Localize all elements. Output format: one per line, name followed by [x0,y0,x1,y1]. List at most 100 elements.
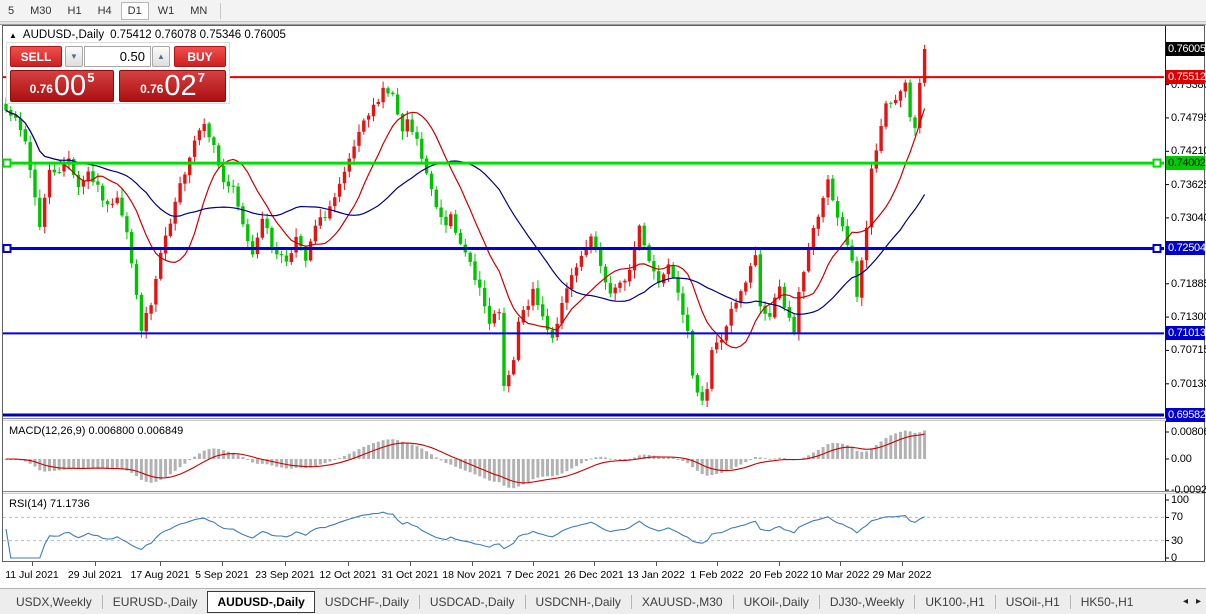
chart-tab-eurusd-daily[interactable]: EURUSD-,Daily [103,592,208,612]
hline-handle[interactable] [1152,244,1162,253]
volume-input[interactable] [84,46,151,67]
timeframe-button-W1[interactable]: W1 [151,3,182,19]
macd-axis-tick: 0.00 [1171,453,1192,465]
tab-scroll-right-icon[interactable]: ▸ [1196,596,1201,607]
date-label: 13 Jan 2022 [627,569,685,581]
sell-price-sup: 5 [87,70,95,85]
pane-separator-rsi[interactable] [3,491,1204,494]
chart-tabbar: USDX,Weekly EURUSD-,Daily AUDUSD-,Daily USD… [0,588,1206,614]
sell-button[interactable]: SELL [10,46,62,67]
hline-price-badge: 0.72504 [1166,241,1206,255]
date-tick [222,562,223,566]
buy-button[interactable]: BUY [174,46,226,67]
date-tick [348,562,349,566]
date-label: 17 Aug 2021 [130,569,190,581]
date-tick [840,562,841,566]
chart-tab-usdx-weekly[interactable]: USDX,Weekly [6,592,102,612]
chart-header: ▲ AUDUSD-,Daily 0.75412 0.76078 0.75346 … [9,29,286,41]
date-label: 29 Mar 2022 [872,569,932,581]
macd-axis-tick: 0.008061 [1171,426,1206,438]
timeframe-button-H4[interactable]: H4 [91,3,119,19]
rsi-axis-tick: 0 [1171,552,1177,564]
rsi-pane[interactable] [0,494,1206,561]
date-label: 29 Jul 2021 [67,569,123,581]
date-tick [285,562,286,566]
date-tick [902,562,903,566]
price-tick: 0.73040 [1171,212,1206,224]
tab-scroll-arrows: ◂ ▸ [1183,596,1201,607]
one-click-trade-widget: SELL ▼ ▲ BUY 0.76 00 5 0.76 02 7 [6,42,230,104]
chart-tab-audusd-daily[interactable]: AUDUSD-,Daily [207,590,315,613]
date-label: 5 Sep 2021 [195,569,249,581]
timeframe-button-M30[interactable]: M30 [23,3,58,19]
toolbar-divider [0,22,1206,25]
date-label: 11 Jul 2021 [5,569,59,581]
timeframe-button-5[interactable]: 5 [1,3,21,19]
buy-price-prefix: 0.76 [140,82,164,96]
date-label: 23 Sep 2021 [255,569,315,581]
rsi-label: RSI(14) 71.1736 [9,498,90,510]
chart-tab-dj30-weekly[interactable]: DJ30-,Weekly [820,592,914,612]
date-tick [32,562,33,566]
date-tick [95,562,96,566]
hline-price-badge: 0.71013 [1166,326,1206,340]
chart-tab-ukoil-daily[interactable]: UKOil-,Daily [734,592,819,612]
price-tick: 0.71300 [1171,311,1206,323]
sell-price-prefix: 0.76 [29,82,53,96]
hline-handle[interactable] [2,158,12,168]
rsi-axis-tick: 70 [1171,511,1183,523]
hline-price-badge: 0.75512 [1166,70,1206,84]
chart-tab-usoil-h1[interactable]: USOil-,H1 [996,592,1070,612]
volume-increase-button[interactable]: ▲ [152,46,170,67]
hline-price-badge: 0.74002 [1166,156,1206,170]
hline-handle[interactable] [2,244,12,253]
date-tick [656,562,657,566]
sell-price-tile[interactable]: 0.76 00 5 [10,70,114,102]
tab-scroll-left-icon[interactable]: ◂ [1183,596,1188,607]
tabs-holder: USDX,Weekly EURUSD-,Daily AUDUSD-,Daily USD… [6,590,1144,613]
hline-price-badge: 0.69582 [1166,408,1206,422]
macd-label: MACD(12,26,9) 0.006800 0.006849 [9,425,184,437]
date-label: 31 Oct 2021 [381,569,439,581]
timeframe-button-D1[interactable]: D1 [120,1,149,20]
price-tick: 0.73625 [1171,179,1206,191]
chart-tab-hk50-h1[interactable]: HK50-,H1 [1071,592,1144,612]
toolbar-separator [220,2,222,19]
date-label: 18 Nov 2021 [442,569,502,581]
rsi-axis-tick: 30 [1171,535,1183,547]
pane-separator-macd[interactable] [3,418,1204,421]
date-tick [594,562,595,566]
date-axis[interactable]: 11 Jul 2021 29 Jul 2021 17 Aug 2021 5 Sep 2… [0,562,1206,587]
date-label: 26 Dec 2021 [564,569,624,581]
chart-tab-uk100-h1[interactable]: UK100-,H1 [915,592,994,612]
date-tick [160,562,161,566]
date-tick [472,562,473,566]
rsi-axis-tick: 100 [1171,494,1189,506]
date-label: 10 Mar 2022 [810,569,870,581]
date-label: 1 Feb 2022 [690,569,744,581]
buy-price-big: 02 [164,70,197,102]
date-tick [779,562,780,566]
price-tick: 0.70715 [1171,344,1206,356]
timeframe-button-MN[interactable]: MN [183,3,214,19]
date-tick [410,562,411,566]
buy-price-sup: 7 [197,70,205,85]
chart-tab-xauusd-m30[interactable]: XAUUSD-,M30 [632,592,733,612]
date-tick [533,562,534,566]
timeframe-button-H1[interactable]: H1 [61,3,89,19]
price-tick: 0.70130 [1171,378,1206,390]
chart-tab-usdchf-daily[interactable]: USDCHF-,Daily [315,592,419,612]
price-tick: 0.74795 [1171,112,1206,124]
volume-decrease-button[interactable]: ▼ [65,46,83,67]
buy-price-tile[interactable]: 0.76 02 7 [119,70,226,102]
timeframe-toolbar: 5 M30 H1 H4 D1 W1 MN [0,0,1206,22]
price-axis-line [1165,26,1166,561]
date-label: 7 Dec 2021 [506,569,560,581]
chart-tab-usdcad-daily[interactable]: USDCAD-,Daily [420,592,525,612]
collapse-triangle-icon[interactable]: ▲ [9,31,17,40]
hline-handle[interactable] [1152,158,1162,168]
price-tick: 0.71885 [1171,278,1206,290]
chart-ohlc-values: 0.75412 0.76078 0.75346 0.76005 [110,29,286,41]
date-label: 12 Oct 2021 [319,569,377,581]
chart-tab-usdcnh-daily[interactable]: USDCNH-,Daily [526,592,631,612]
